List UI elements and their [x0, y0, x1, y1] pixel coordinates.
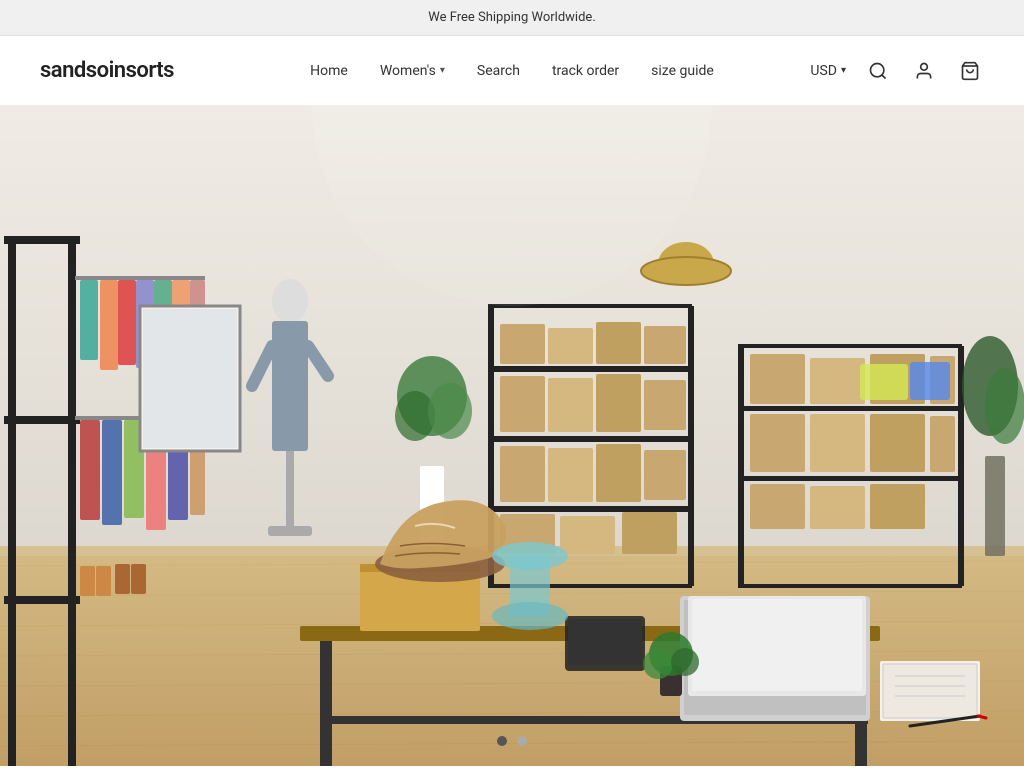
- hero-image: [0, 106, 1024, 766]
- account-button[interactable]: [910, 57, 938, 85]
- nav-womens[interactable]: Women's ▾: [380, 63, 445, 79]
- currency-chevron-icon: ▾: [841, 65, 846, 76]
- carousel-dot-2[interactable]: [517, 736, 527, 746]
- nav-home[interactable]: Home: [310, 63, 348, 79]
- chevron-down-icon: ▾: [440, 65, 445, 76]
- carousel-dots: [497, 736, 527, 746]
- announcement-text: We Free Shipping Worldwide.: [428, 10, 596, 25]
- currency-label: USD: [810, 63, 837, 79]
- search-icon: [868, 61, 888, 81]
- announcement-bar: We Free Shipping Worldwide.: [0, 0, 1024, 36]
- cart-button[interactable]: [956, 57, 984, 85]
- logo[interactable]: sandsoinsorts: [40, 58, 174, 83]
- nav-womens-label[interactable]: Women's: [380, 63, 436, 79]
- cart-icon: [960, 61, 980, 81]
- main-nav: Home Women's ▾ Search track order size g…: [310, 63, 714, 79]
- currency-selector[interactable]: USD ▾: [810, 63, 846, 79]
- nav-size-guide[interactable]: size guide: [651, 63, 714, 79]
- header-actions: USD ▾: [810, 57, 984, 85]
- header: sandsoinsorts Home Women's ▾ Search trac…: [0, 36, 1024, 106]
- nav-track-order[interactable]: track order: [552, 63, 619, 79]
- search-button[interactable]: [864, 57, 892, 85]
- hero-section: [0, 106, 1024, 766]
- carousel-dot-1[interactable]: [497, 736, 507, 746]
- account-icon: [914, 61, 934, 81]
- nav-search[interactable]: Search: [477, 63, 520, 79]
